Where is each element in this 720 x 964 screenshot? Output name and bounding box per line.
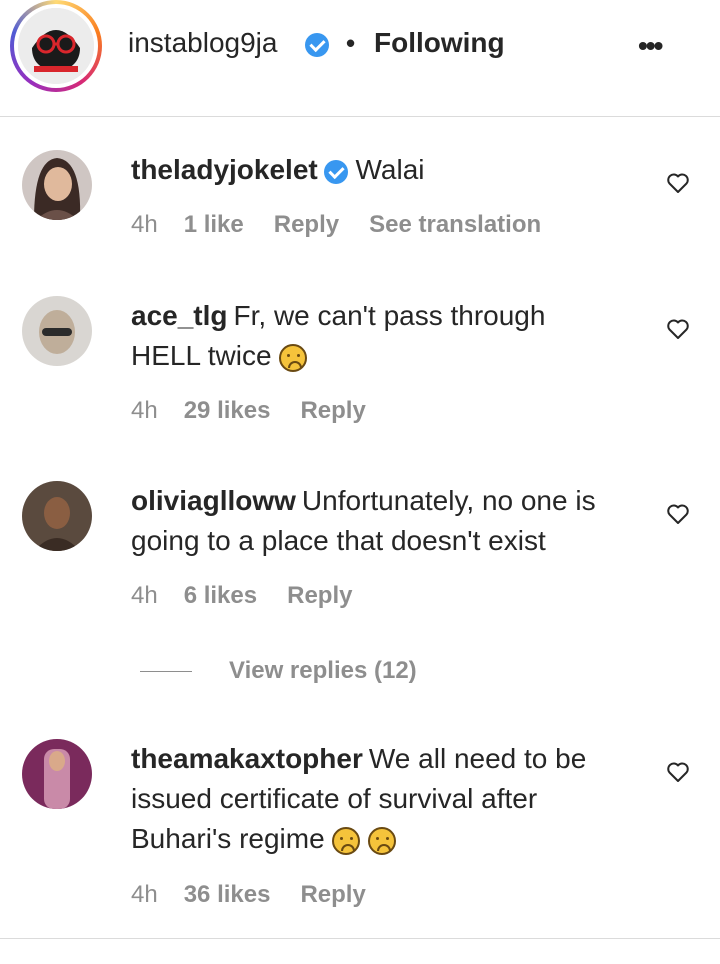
comment-time: 4h	[131, 881, 158, 908]
comment-meta: 4h 1 like Reply See translation	[131, 211, 571, 239]
comment-username[interactable]: theladyjokelet	[131, 154, 318, 185]
comment-text: oliviaglloww Unfortunately, no one is goi…	[131, 481, 631, 561]
comment-text: theladyjokelet Walai	[131, 150, 631, 190]
comment-time: 4h	[131, 582, 158, 609]
comment-text: ace_tlg Fr, we can't pass through HELL tw…	[131, 296, 591, 376]
footer-divider	[0, 938, 720, 939]
comment-meta: 4h 36 likes Reply	[131, 881, 396, 909]
comment-time: 4h	[131, 211, 158, 238]
verified-badge-icon	[305, 33, 329, 57]
separator-dot: •	[346, 28, 356, 58]
comment-likes[interactable]: 36 likes	[184, 881, 271, 908]
comment-likes[interactable]: 6 likes	[184, 582, 257, 609]
comment-likes[interactable]: 29 likes	[184, 397, 271, 424]
comment-username[interactable]: oliviaglloww	[131, 485, 296, 516]
weary-face-emoji	[332, 826, 361, 855]
comment-likes[interactable]: 1 like	[184, 211, 244, 238]
like-heart-icon[interactable]	[666, 317, 690, 341]
more-options-icon[interactable]: •••	[638, 30, 663, 62]
like-heart-icon[interactable]	[666, 760, 690, 784]
comment-username[interactable]: theamakaxtopher	[131, 743, 363, 774]
post-header: instablog9ja • Following •••	[0, 0, 720, 92]
instablog9ja-logo	[18, 8, 94, 84]
like-heart-icon[interactable]	[666, 502, 690, 526]
comment-body: Walai	[355, 154, 425, 185]
like-heart-icon[interactable]	[666, 171, 690, 195]
reply-button[interactable]: Reply	[274, 211, 339, 238]
commenter-avatar[interactable]	[22, 150, 92, 220]
comment-time: 4h	[131, 397, 158, 424]
comment-username[interactable]: ace_tlg	[131, 300, 228, 331]
reply-button[interactable]: Reply	[300, 397, 365, 424]
account-username[interactable]: instablog9ja	[128, 27, 277, 59]
commenter-avatar[interactable]	[22, 739, 92, 809]
view-replies-line	[140, 671, 192, 672]
reply-button[interactable]: Reply	[287, 582, 352, 609]
see-translation-button[interactable]: See translation	[369, 211, 541, 238]
comment-meta: 4h 6 likes Reply	[131, 582, 382, 610]
header-divider	[0, 116, 720, 117]
verified-badge-icon	[323, 159, 348, 184]
frown-face-emoji	[368, 826, 397, 855]
view-replies-button[interactable]: View replies (12)	[229, 657, 417, 685]
comment-text: theamakaxtopher We all need to be issued …	[131, 739, 631, 859]
following-button[interactable]: Following	[374, 27, 505, 59]
sad-face-emoji	[279, 343, 308, 372]
reply-button[interactable]: Reply	[300, 881, 365, 908]
comment-meta: 4h 29 likes Reply	[131, 397, 396, 425]
account-avatar[interactable]	[10, 0, 102, 92]
commenter-avatar[interactable]	[22, 296, 92, 366]
commenter-avatar[interactable]	[22, 481, 92, 551]
